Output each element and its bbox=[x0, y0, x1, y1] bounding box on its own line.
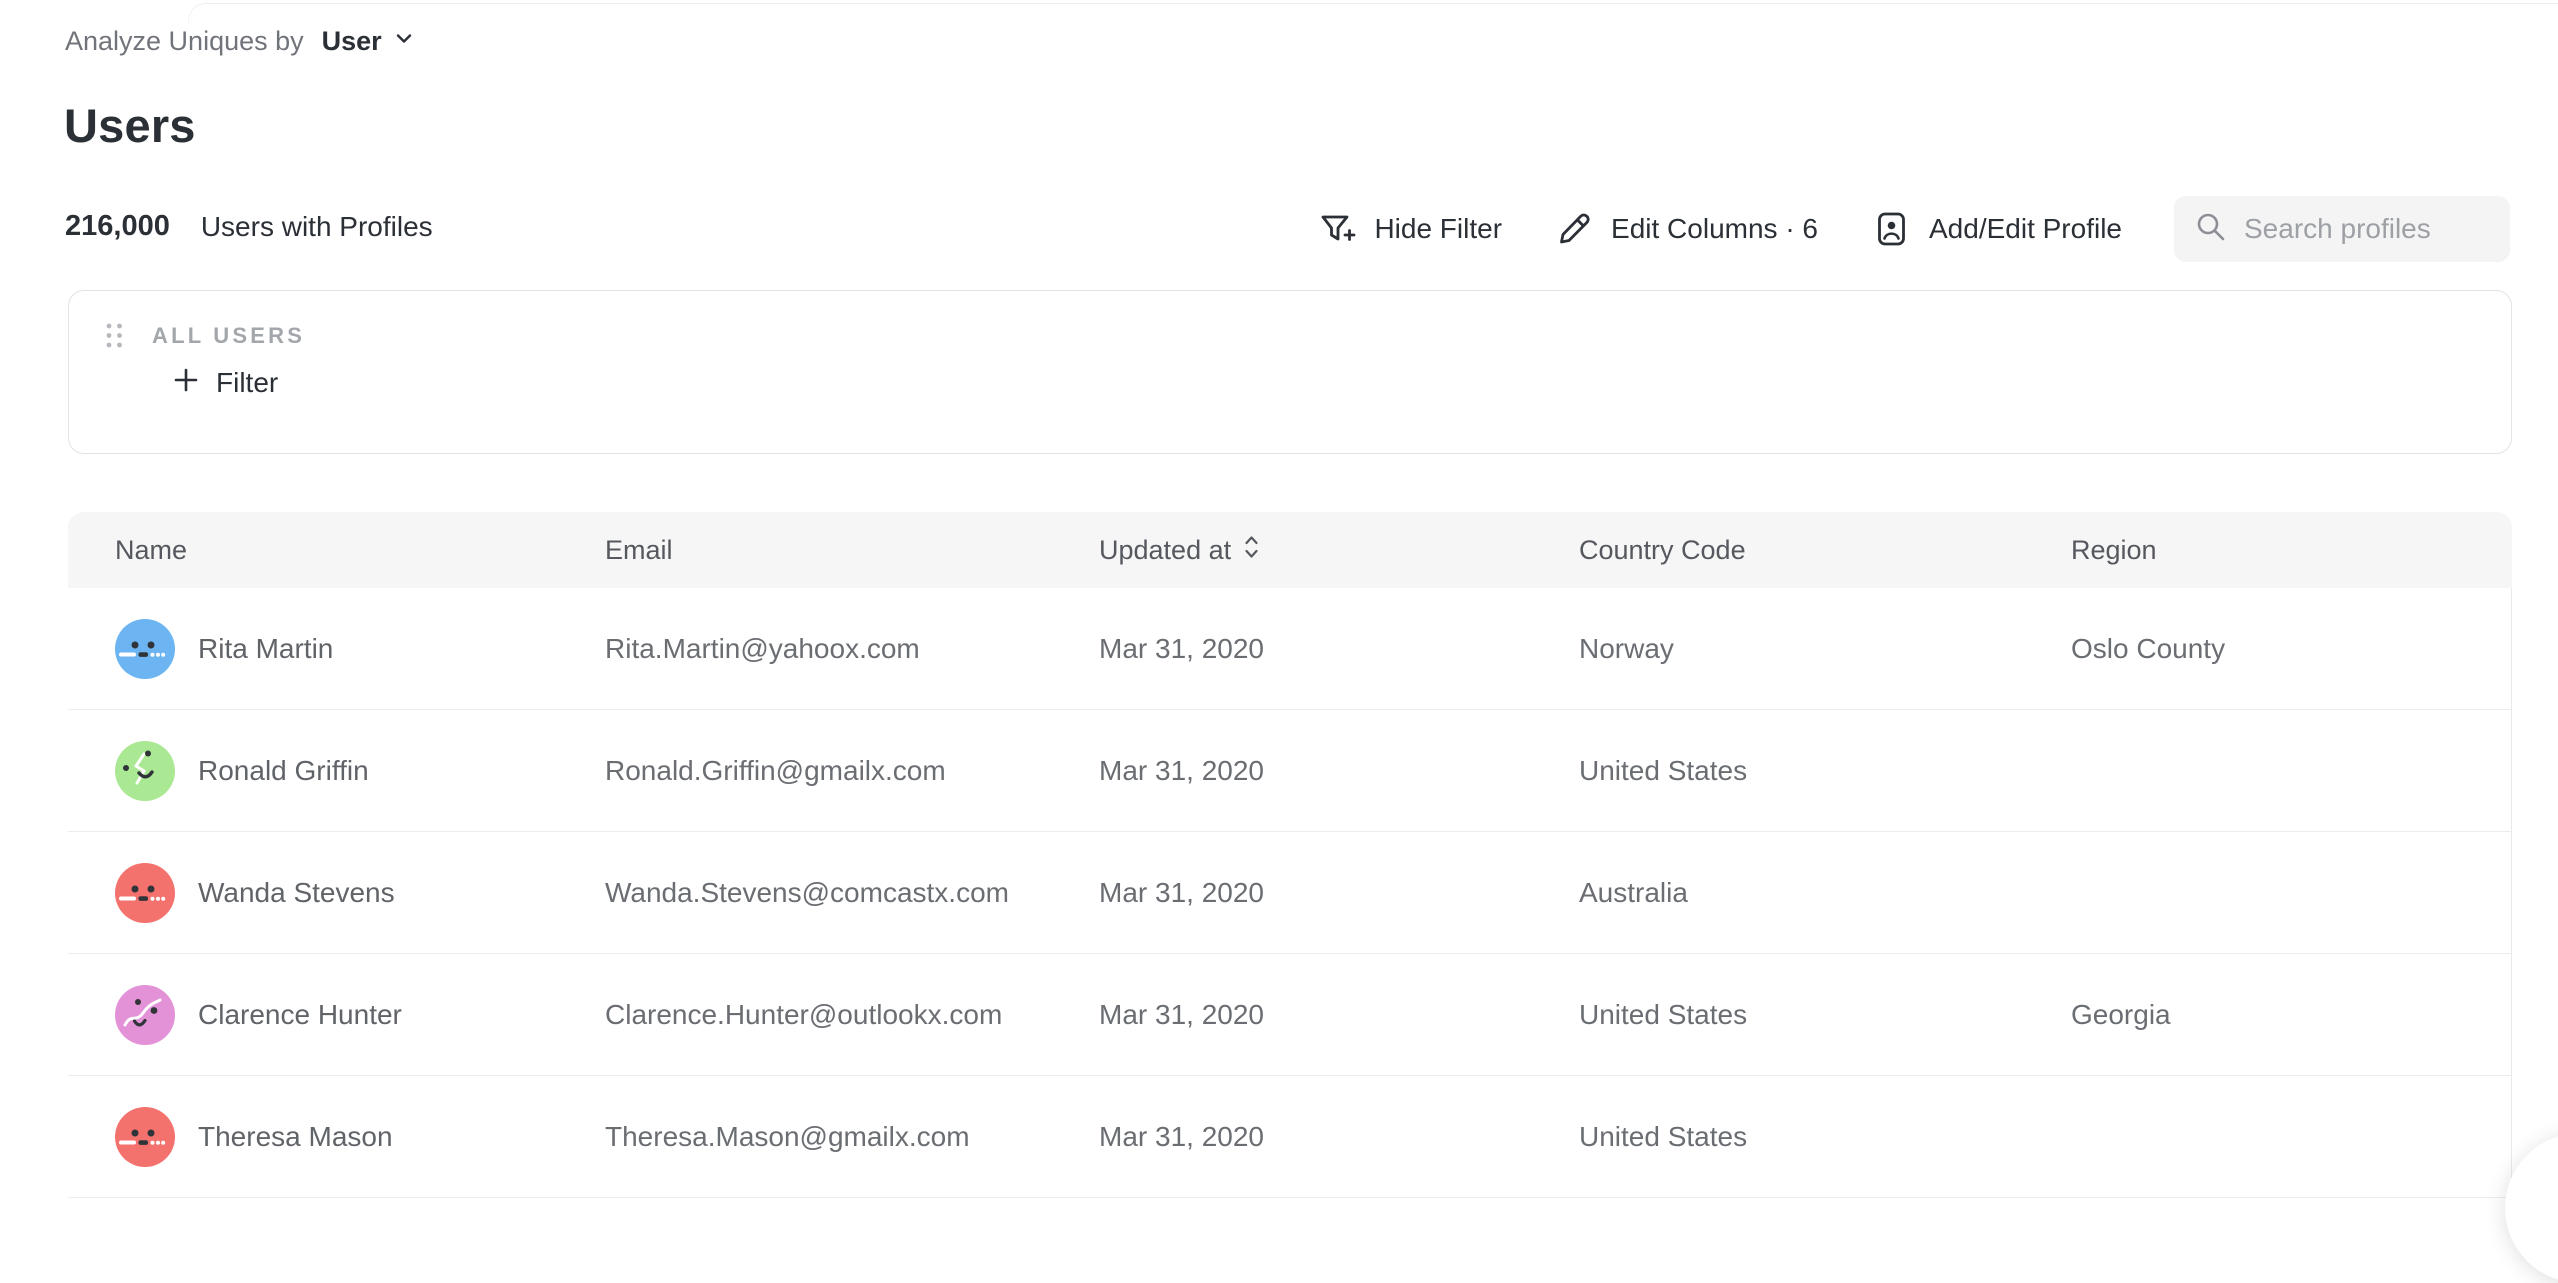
chevron-down-icon bbox=[392, 26, 416, 57]
user-country-cell: United States bbox=[1579, 999, 2071, 1031]
drag-handle-icon[interactable] bbox=[101, 316, 128, 355]
sort-icon[interactable] bbox=[1243, 533, 1260, 568]
user-email-cell: Clarence.Hunter@outlookx.com bbox=[605, 999, 1099, 1031]
users-table: Name Email Updated at Country Code Regio… bbox=[68, 512, 2512, 1184]
hide-filter-label: Hide Filter bbox=[1374, 213, 1502, 245]
user-updated-at-cell: Mar 31, 2020 bbox=[1099, 755, 1579, 787]
filter-funnel-icon bbox=[1315, 208, 1357, 250]
search-icon bbox=[2194, 210, 2228, 249]
user-name-cell: Rita Martin bbox=[115, 619, 605, 679]
user-name-cell: Clarence Hunter bbox=[115, 985, 605, 1045]
column-header-name[interactable]: Name bbox=[115, 535, 605, 566]
user-email-cell: Ronald.Griffin@gmailx.com bbox=[605, 755, 1099, 787]
user-region-cell: Georgia bbox=[2071, 999, 2511, 1031]
user-name: Ronald Griffin bbox=[198, 755, 369, 787]
search-input[interactable] bbox=[2244, 213, 2490, 245]
hide-filter-button[interactable]: Hide Filter bbox=[1315, 208, 1502, 250]
table-row[interactable]: Theresa Mason Theresa.Mason@gmailx.com M… bbox=[68, 1076, 2511, 1198]
user-email-cell: Theresa.Mason@gmailx.com bbox=[605, 1121, 1099, 1153]
user-name: Rita Martin bbox=[198, 633, 333, 665]
user-country-cell: Norway bbox=[1579, 633, 2071, 665]
column-header-email[interactable]: Email bbox=[605, 535, 1099, 566]
analyze-by-value: User bbox=[322, 26, 382, 57]
user-country-cell: United States bbox=[1579, 1121, 2071, 1153]
user-name: Theresa Mason bbox=[198, 1121, 393, 1153]
user-name: Wanda Stevens bbox=[198, 877, 395, 909]
user-region-cell: Oslo County bbox=[2071, 633, 2511, 665]
analyze-uniques-label: Analyze Uniques by bbox=[65, 26, 304, 57]
user-name-cell: Theresa Mason bbox=[115, 1107, 605, 1167]
user-name-cell: Wanda Stevens bbox=[115, 863, 605, 923]
table-header: Name Email Updated at Country Code Regio… bbox=[68, 512, 2512, 588]
user-name-cell: Ronald Griffin bbox=[115, 741, 605, 801]
table-row[interactable]: Wanda Stevens Wanda.Stevens@comcastx.com… bbox=[68, 832, 2511, 954]
edit-columns-button[interactable]: Edit Columns · 6 bbox=[1554, 209, 1818, 249]
analyze-by-selector[interactable]: User bbox=[322, 26, 416, 57]
user-avatar bbox=[115, 985, 175, 1045]
column-header-country-code[interactable]: Country Code bbox=[1579, 535, 2071, 566]
users-count-summary: 216,000 Users with Profiles bbox=[65, 210, 433, 243]
user-updated-at-cell: Mar 31, 2020 bbox=[1099, 1121, 1579, 1153]
user-updated-at-cell: Mar 31, 2020 bbox=[1099, 633, 1579, 665]
pencil-icon bbox=[1554, 209, 1594, 249]
toolbar: Hide Filter Edit Columns · 6 Add/Edit Pr… bbox=[1315, 196, 2510, 262]
user-avatar bbox=[115, 1107, 175, 1167]
add-edit-profile-label: Add/Edit Profile bbox=[1929, 213, 2122, 245]
user-updated-at-cell: Mar 31, 2020 bbox=[1099, 877, 1579, 909]
user-email-cell: Rita.Martin@yahoox.com bbox=[605, 633, 1099, 665]
users-count-label: Users with Profiles bbox=[201, 211, 433, 243]
page-title: Users bbox=[64, 98, 196, 153]
user-avatar bbox=[115, 863, 175, 923]
table-row[interactable]: Ronald Griffin Ronald.Griffin@gmailx.com… bbox=[68, 710, 2511, 832]
add-filter-button[interactable]: Filter bbox=[171, 365, 278, 400]
user-avatar bbox=[115, 619, 175, 679]
column-header-updated-at[interactable]: Updated at bbox=[1099, 533, 1579, 568]
table-row[interactable]: Clarence Hunter Clarence.Hunter@outlookx… bbox=[68, 954, 2511, 1076]
user-email-cell: Wanda.Stevens@comcastx.com bbox=[605, 877, 1099, 909]
user-updated-at-cell: Mar 31, 2020 bbox=[1099, 999, 1579, 1031]
user-avatar bbox=[115, 741, 175, 801]
table-body: Rita Martin Rita.Martin@yahoox.com Mar 3… bbox=[68, 588, 2512, 1198]
column-header-region[interactable]: Region bbox=[2071, 535, 2512, 566]
user-country-cell: United States bbox=[1579, 755, 2071, 787]
user-country-cell: Australia bbox=[1579, 877, 2071, 909]
profile-card-icon bbox=[1870, 208, 1912, 250]
add-edit-profile-button[interactable]: Add/Edit Profile bbox=[1870, 208, 2122, 250]
breadcrumb: Analyze Uniques by User bbox=[65, 26, 416, 57]
group-label: ALL USERS bbox=[152, 323, 305, 349]
search-box bbox=[2174, 196, 2510, 262]
users-count: 216,000 bbox=[65, 210, 170, 243]
edit-columns-label: Edit Columns · 6 bbox=[1611, 213, 1818, 245]
table-row[interactable]: Rita Martin Rita.Martin@yahoox.com Mar 3… bbox=[68, 588, 2511, 710]
plus-icon bbox=[171, 365, 201, 400]
filter-panel: ALL USERS Filter bbox=[68, 290, 2512, 454]
content-panel-edge bbox=[188, 3, 2558, 23]
user-name: Clarence Hunter bbox=[198, 999, 402, 1031]
add-filter-label: Filter bbox=[216, 367, 278, 399]
help-fab-button[interactable] bbox=[2505, 1133, 2558, 1283]
